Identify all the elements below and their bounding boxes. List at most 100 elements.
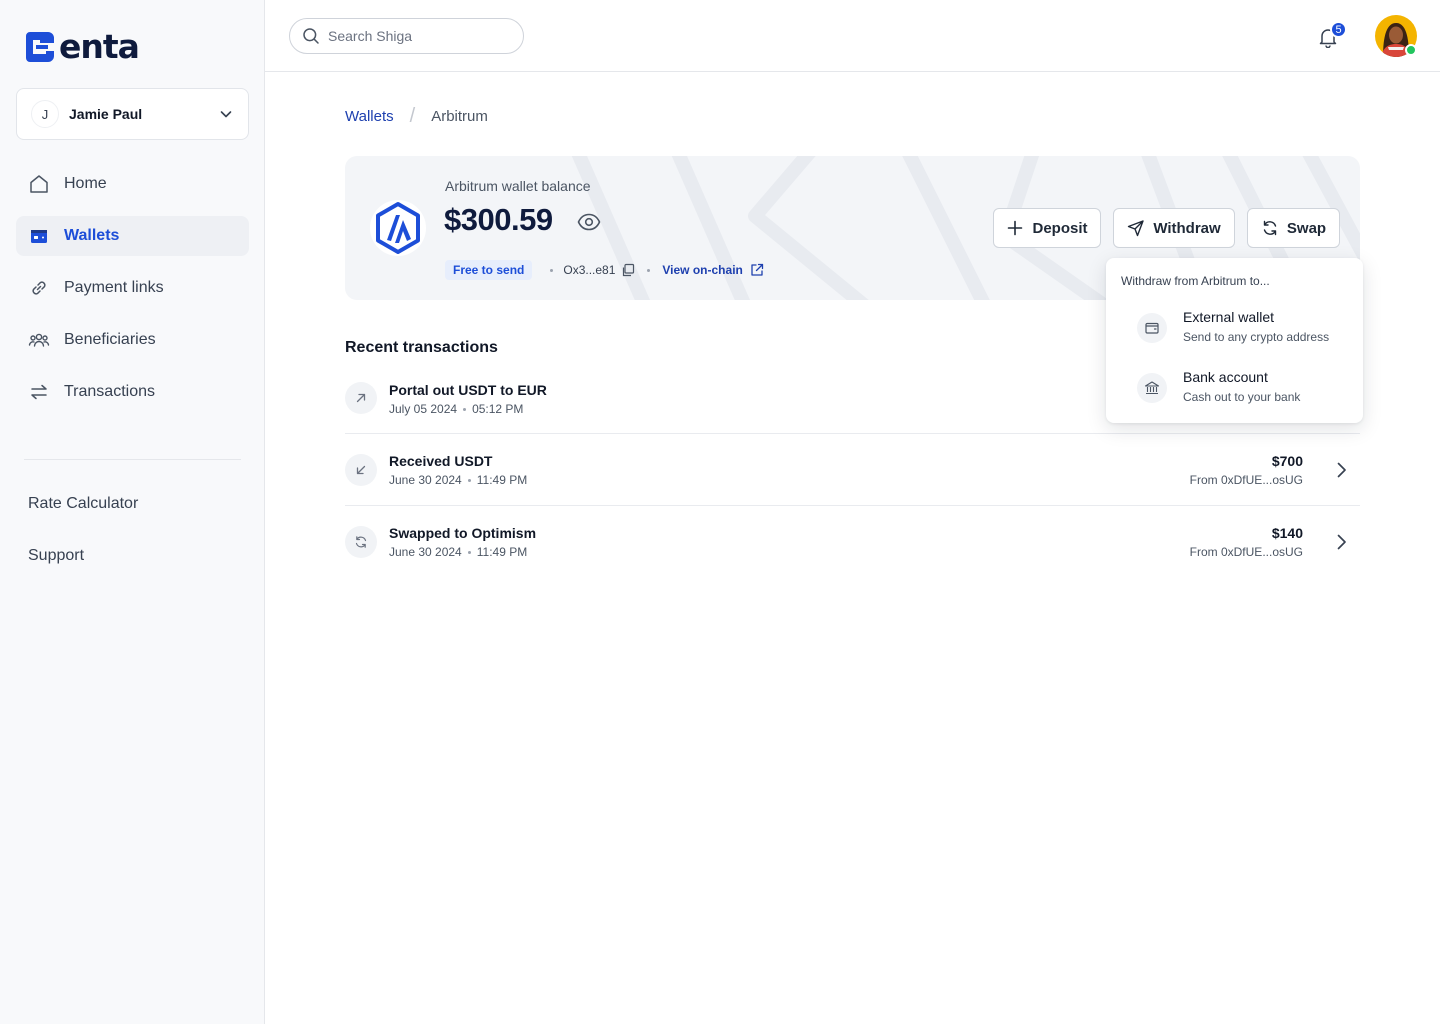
account-avatar: J xyxy=(31,100,59,128)
wallet-status-badge: Free to send xyxy=(445,260,533,280)
withdraw-option-subtitle: Send to any crypto address xyxy=(1183,330,1330,344)
swap-icon xyxy=(1263,220,1277,236)
arbitrum-icon xyxy=(376,202,420,254)
withdraw-dropdown: Withdraw from Arbitrum to... External wa… xyxy=(1106,258,1363,423)
tx-time: 11:49 PM xyxy=(476,473,528,487)
withdraw-option-title: Bank account xyxy=(1183,369,1268,385)
rate-calculator-link[interactable]: Rate Calculator xyxy=(28,495,138,513)
separator-dot xyxy=(467,478,471,482)
search-input[interactable] xyxy=(328,28,508,44)
sidebar: enta J Jamie Paul Home Wallets Payment l… xyxy=(0,0,265,1024)
table-row[interactable]: Swapped to Optimism June 30 2024 11:49 PM… xyxy=(345,505,1360,577)
brand-name: enta xyxy=(59,27,140,66)
tx-datetime: July 05 2024 05:12 PM xyxy=(389,402,523,416)
nav-item-label: Beneficiaries xyxy=(64,331,156,348)
brand-logo[interactable]: enta xyxy=(24,27,140,66)
nav-item-label: Wallets xyxy=(64,227,120,244)
tx-datetime: June 30 2024 11:49 PM xyxy=(389,545,527,559)
meta-dot xyxy=(647,268,651,272)
tx-source: From 0xDfUE...osUG xyxy=(1189,545,1303,559)
chevron-right-icon[interactable] xyxy=(1332,461,1350,479)
swap-button[interactable]: Swap xyxy=(1247,208,1340,248)
chevron-right-icon[interactable] xyxy=(1332,533,1350,551)
withdraw-button[interactable]: Withdraw xyxy=(1113,208,1235,248)
online-status-dot xyxy=(1405,44,1417,56)
dd-icon-badge xyxy=(1137,313,1167,343)
home-icon xyxy=(30,175,48,193)
tx-type-badge xyxy=(345,526,377,558)
main-nav: Home Wallets Payment links Beneficiaries… xyxy=(16,164,249,424)
nav-item-label: Payment links xyxy=(64,279,164,296)
account-switcher[interactable]: J Jamie Paul xyxy=(16,88,249,140)
swap-icon xyxy=(355,536,367,548)
wallet-meta: Free to send Ox3...e81 View on-chain xyxy=(445,260,764,280)
external-link-icon[interactable] xyxy=(750,263,764,277)
breadcrumb-current: Arbitrum xyxy=(431,108,488,125)
withdraw-option-title: External wallet xyxy=(1183,309,1275,325)
withdraw-dropdown-heading: Withdraw from Arbitrum to... xyxy=(1121,274,1270,288)
users-icon xyxy=(28,333,50,347)
search-icon xyxy=(303,28,319,44)
arrows-icon xyxy=(31,384,47,400)
tx-time: 11:49 PM xyxy=(476,545,528,559)
arrow-down-left-icon xyxy=(356,465,366,475)
chevron-down-icon xyxy=(220,111,232,118)
nav-item-wallets[interactable]: Wallets xyxy=(16,216,249,256)
breadcrumb-separator: / xyxy=(409,105,416,127)
topbar: 5 xyxy=(265,0,1440,72)
bank-icon xyxy=(1144,381,1160,395)
wallet-address: Ox3...e81 xyxy=(563,263,616,277)
tx-name: Portal out USDT to EUR xyxy=(389,382,547,398)
tx-date: June 30 2024 xyxy=(389,545,462,559)
tx-name: Received USDT xyxy=(389,453,493,469)
swap-label: Swap xyxy=(1286,219,1327,237)
meta-dot xyxy=(550,268,554,272)
send-icon xyxy=(1128,220,1145,237)
tx-amount: $140 xyxy=(1271,525,1303,541)
brand-logo-icon xyxy=(26,32,54,62)
breadcrumb: Wallets / Arbitrum xyxy=(345,105,488,128)
sidebar-divider xyxy=(24,459,241,460)
tx-source: From 0xDfUE...osUG xyxy=(1189,473,1303,487)
tx-date: June 30 2024 xyxy=(389,473,462,487)
link-icon xyxy=(32,281,46,295)
withdraw-option-external-wallet[interactable]: External wallet Send to any crypto addre… xyxy=(1137,309,1347,353)
withdraw-label: Withdraw xyxy=(1153,219,1221,237)
nav-item-beneficiaries[interactable]: Beneficiaries xyxy=(16,320,249,360)
withdraw-option-subtitle: Cash out to your bank xyxy=(1183,390,1301,404)
nav-item-home[interactable]: Home xyxy=(16,164,249,204)
nav-item-payment-links[interactable]: Payment links xyxy=(16,268,249,308)
deposit-label: Deposit xyxy=(1032,219,1088,237)
balance-label: Arbitrum wallet balance xyxy=(445,178,591,194)
support-link[interactable]: Support xyxy=(28,547,84,565)
deposit-button[interactable]: Deposit xyxy=(993,208,1101,248)
tx-name: Swapped to Optimism xyxy=(389,525,537,541)
breadcrumb-wallets[interactable]: Wallets xyxy=(345,108,394,125)
wallet-icon xyxy=(31,230,47,243)
eye-icon[interactable] xyxy=(577,212,601,232)
plus-icon xyxy=(1008,220,1023,236)
table-row[interactable]: Received USDT June 30 2024 11:49 PM $700 … xyxy=(345,433,1360,505)
nav-item-label: Transactions xyxy=(64,383,155,400)
arrow-up-right-icon xyxy=(356,393,366,403)
separator-dot xyxy=(467,550,471,554)
tx-amount: $700 xyxy=(1271,453,1303,469)
tx-date: July 05 2024 xyxy=(389,402,458,416)
tx-type-badge xyxy=(345,454,377,486)
dd-icon-badge xyxy=(1137,373,1167,403)
tx-time: 05:12 PM xyxy=(472,402,524,416)
tx-type-badge xyxy=(345,382,377,414)
nav-item-transactions[interactable]: Transactions xyxy=(16,372,249,412)
arbitrum-logo xyxy=(370,200,426,256)
tx-datetime: June 30 2024 11:49 PM xyxy=(389,473,527,487)
withdraw-option-bank-account[interactable]: Bank account Cash out to your bank xyxy=(1137,369,1347,413)
account-name: Jamie Paul xyxy=(69,106,143,122)
view-on-chain-link[interactable]: View on-chain xyxy=(662,263,742,277)
copy-icon[interactable] xyxy=(621,263,635,277)
balance-amount: $300.59 xyxy=(444,202,553,237)
nav-item-label: Home xyxy=(64,175,107,192)
search-box[interactable] xyxy=(289,18,524,54)
wallet-icon xyxy=(1145,322,1159,334)
notification-badge: 5 xyxy=(1330,21,1347,38)
separator-dot xyxy=(463,407,467,411)
